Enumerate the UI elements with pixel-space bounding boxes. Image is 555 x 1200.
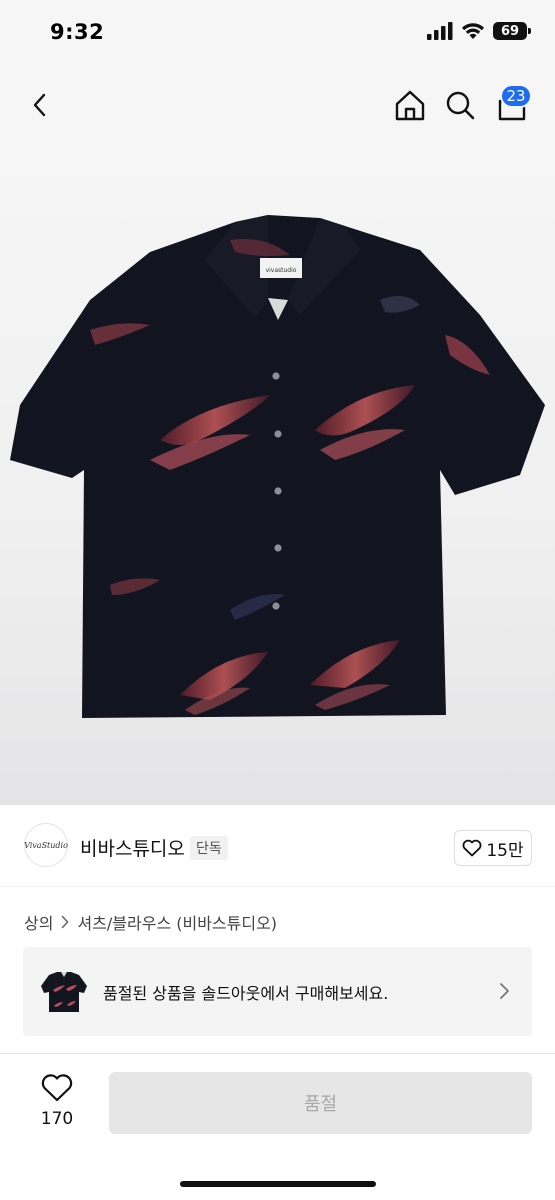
brand-name[interactable]: 비바스튜디오	[80, 834, 185, 861]
brand-like-count: 15만	[486, 840, 524, 861]
breadcrumb: 상의 셔츠/블라우스 (비바스튜디오)	[24, 910, 277, 934]
soldout-banner[interactable]: 품절된 상품을 솔드아웃에서 구매해보세요.	[23, 947, 532, 1036]
signal-icon	[427, 22, 453, 40]
product-image[interactable]: vivastudio	[0, 140, 555, 805]
chevron-right-icon	[62, 915, 69, 929]
brand-logo[interactable]: VivaStudio	[24, 823, 68, 867]
battery-indicator: 69	[493, 22, 531, 40]
shirt-image: vivastudio	[10, 215, 545, 718]
shirt-label-text: vivastudio	[266, 267, 297, 274]
divider	[0, 1053, 555, 1054]
product-like-count: 170	[40, 1109, 74, 1129]
exclusive-badge: 단독	[190, 836, 228, 860]
status-icons: 69	[427, 22, 531, 40]
brand-logo-text: VivaStudio	[24, 840, 68, 850]
home-indicator	[180, 1181, 376, 1187]
breadcrumb-category[interactable]: 상의	[24, 910, 53, 934]
search-icon	[446, 91, 475, 120]
breadcrumb-subcategory[interactable]: 셔츠/블라우스 (비바스튜디오)	[77, 910, 277, 934]
product-like-button[interactable]: 170	[26, 1073, 88, 1133]
shirt-thumbnail	[41, 972, 87, 1012]
back-button[interactable]	[22, 87, 58, 123]
chevron-left-icon	[33, 93, 46, 117]
brand-row: VivaStudio 비바스튜디오 단독 15만	[0, 805, 555, 887]
chevron-right-icon	[500, 983, 509, 999]
soldout-button[interactable]: 품절	[109, 1072, 532, 1134]
status-bar: 9:32 69	[0, 0, 555, 70]
heart-icon	[41, 1074, 73, 1102]
battery-level: 69	[500, 23, 520, 39]
brand-like-button[interactable]: 15만	[454, 830, 532, 866]
cart-count-badge: 23	[500, 84, 532, 108]
heart-icon	[462, 839, 482, 857]
home-button[interactable]	[392, 85, 428, 125]
top-nav	[0, 70, 555, 140]
home-icon	[395, 90, 425, 121]
search-button[interactable]	[442, 85, 478, 125]
status-time: 9:32	[50, 20, 105, 44]
soldout-banner-text: 품절된 상품을 솔드아웃에서 구매해보세요.	[103, 984, 389, 1003]
wifi-icon	[462, 23, 484, 39]
